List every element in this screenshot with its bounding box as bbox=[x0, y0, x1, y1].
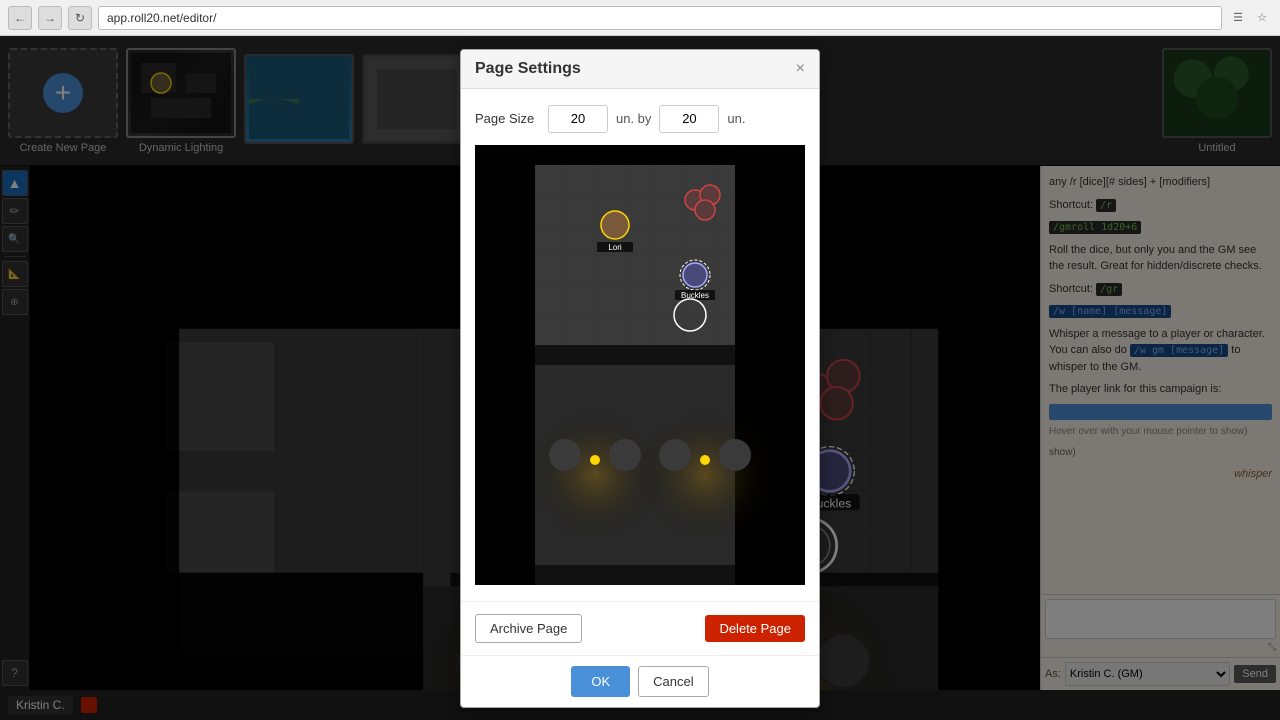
by-separator: un. by bbox=[616, 111, 651, 126]
page-width-input[interactable] bbox=[548, 105, 608, 133]
page-settings-modal: Page Settings × Page Size un. by un. bbox=[460, 49, 820, 708]
svg-text:Buckles: Buckles bbox=[681, 291, 709, 300]
left-footer-buttons: Archive Page bbox=[475, 614, 582, 643]
modal-map-preview: Lori Buckles bbox=[475, 145, 805, 585]
refresh-button[interactable]: ↻ bbox=[68, 6, 92, 30]
modal-close-button[interactable]: × bbox=[796, 61, 805, 77]
modal-title: Page Settings bbox=[475, 60, 581, 78]
cancel-button[interactable]: Cancel bbox=[638, 666, 708, 697]
modal-ok-cancel-row: OK Cancel bbox=[461, 655, 819, 707]
delete-page-button[interactable]: Delete Page bbox=[705, 615, 805, 642]
back-button[interactable]: ← bbox=[8, 6, 32, 30]
browser-chrome: ← → ↻ app.roll20.net/editor/ ☰ ☆ bbox=[0, 0, 1280, 36]
forward-button[interactable]: → bbox=[38, 6, 62, 30]
modal-footer: Archive Page Delete Page bbox=[461, 601, 819, 655]
browser-star-icon[interactable]: ☆ bbox=[1252, 8, 1272, 28]
center-delete: Delete Page bbox=[705, 615, 805, 642]
unit-label: un. bbox=[727, 111, 745, 126]
url-bar[interactable]: app.roll20.net/editor/ bbox=[98, 6, 1222, 30]
ok-button[interactable]: OK bbox=[571, 666, 630, 697]
browser-menu-icon[interactable]: ☰ bbox=[1228, 8, 1248, 28]
modal-body: Page Size un. by un. bbox=[461, 89, 819, 601]
modal-map-svg: Lori Buckles bbox=[475, 145, 805, 585]
modal-overlay: Page Settings × Page Size un. by un. bbox=[0, 36, 1280, 720]
modal-header: Page Settings × bbox=[461, 50, 819, 89]
page-size-label: Page Size bbox=[475, 111, 540, 126]
svg-text:Lori: Lori bbox=[608, 243, 622, 252]
page-size-row: Page Size un. by un. bbox=[475, 105, 805, 133]
page-height-input[interactable] bbox=[659, 105, 719, 133]
archive-page-button[interactable]: Archive Page bbox=[475, 614, 582, 643]
